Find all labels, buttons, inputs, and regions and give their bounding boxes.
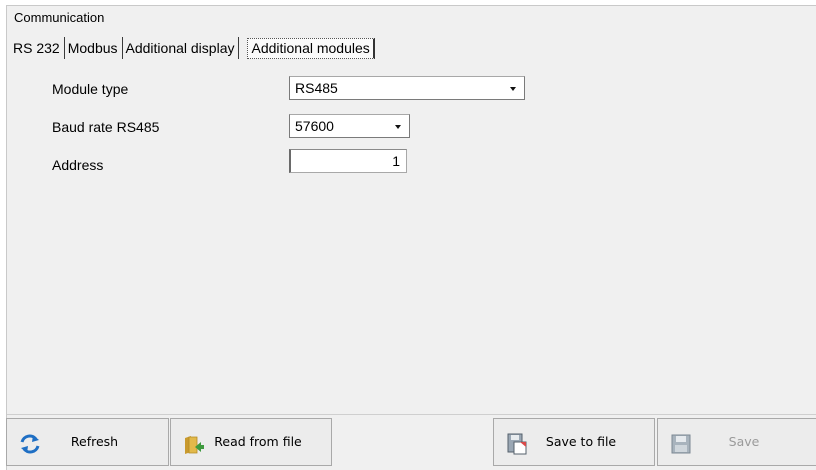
panel-title: Communication <box>14 10 105 25</box>
refresh-button[interactable]: Refresh <box>6 418 169 466</box>
baud-rate-label: Baud rate RS485 <box>52 119 160 135</box>
read-from-file-label: Read from file <box>214 434 302 449</box>
module-type-value: RS485 <box>295 80 338 96</box>
module-type-label: Module type <box>52 81 129 97</box>
tab-modbus[interactable]: Modbus <box>65 37 123 59</box>
address-label: Address <box>52 157 104 173</box>
chevron-down-icon <box>510 87 516 91</box>
module-type-select[interactable]: RS485 <box>289 76 525 100</box>
baud-rate-value: 57600 <box>295 118 334 134</box>
refresh-label: Refresh <box>70 434 119 449</box>
baud-rate-select[interactable]: 57600 <box>289 114 410 138</box>
tab-additional-modules[interactable]: Additional modules <box>247 37 375 59</box>
communication-panel: Communication RS 232 Modbus Additional d… <box>6 5 816 470</box>
tab-strip: RS 232 Modbus Additional display Additio… <box>11 37 375 59</box>
address-input[interactable]: 1 <box>289 149 407 173</box>
save-to-file-button[interactable]: Save to file <box>493 418 655 466</box>
read-from-file-button[interactable]: Read from file <box>170 418 332 466</box>
divider <box>7 414 816 415</box>
save-button[interactable]: Save <box>657 418 816 466</box>
save-label: Save <box>728 434 760 449</box>
tab-rs232[interactable]: RS 232 <box>11 37 65 59</box>
save-to-file-label: Save to file <box>545 434 617 449</box>
chevron-down-icon <box>395 125 401 129</box>
tab-additional-display[interactable]: Additional display <box>123 37 240 59</box>
